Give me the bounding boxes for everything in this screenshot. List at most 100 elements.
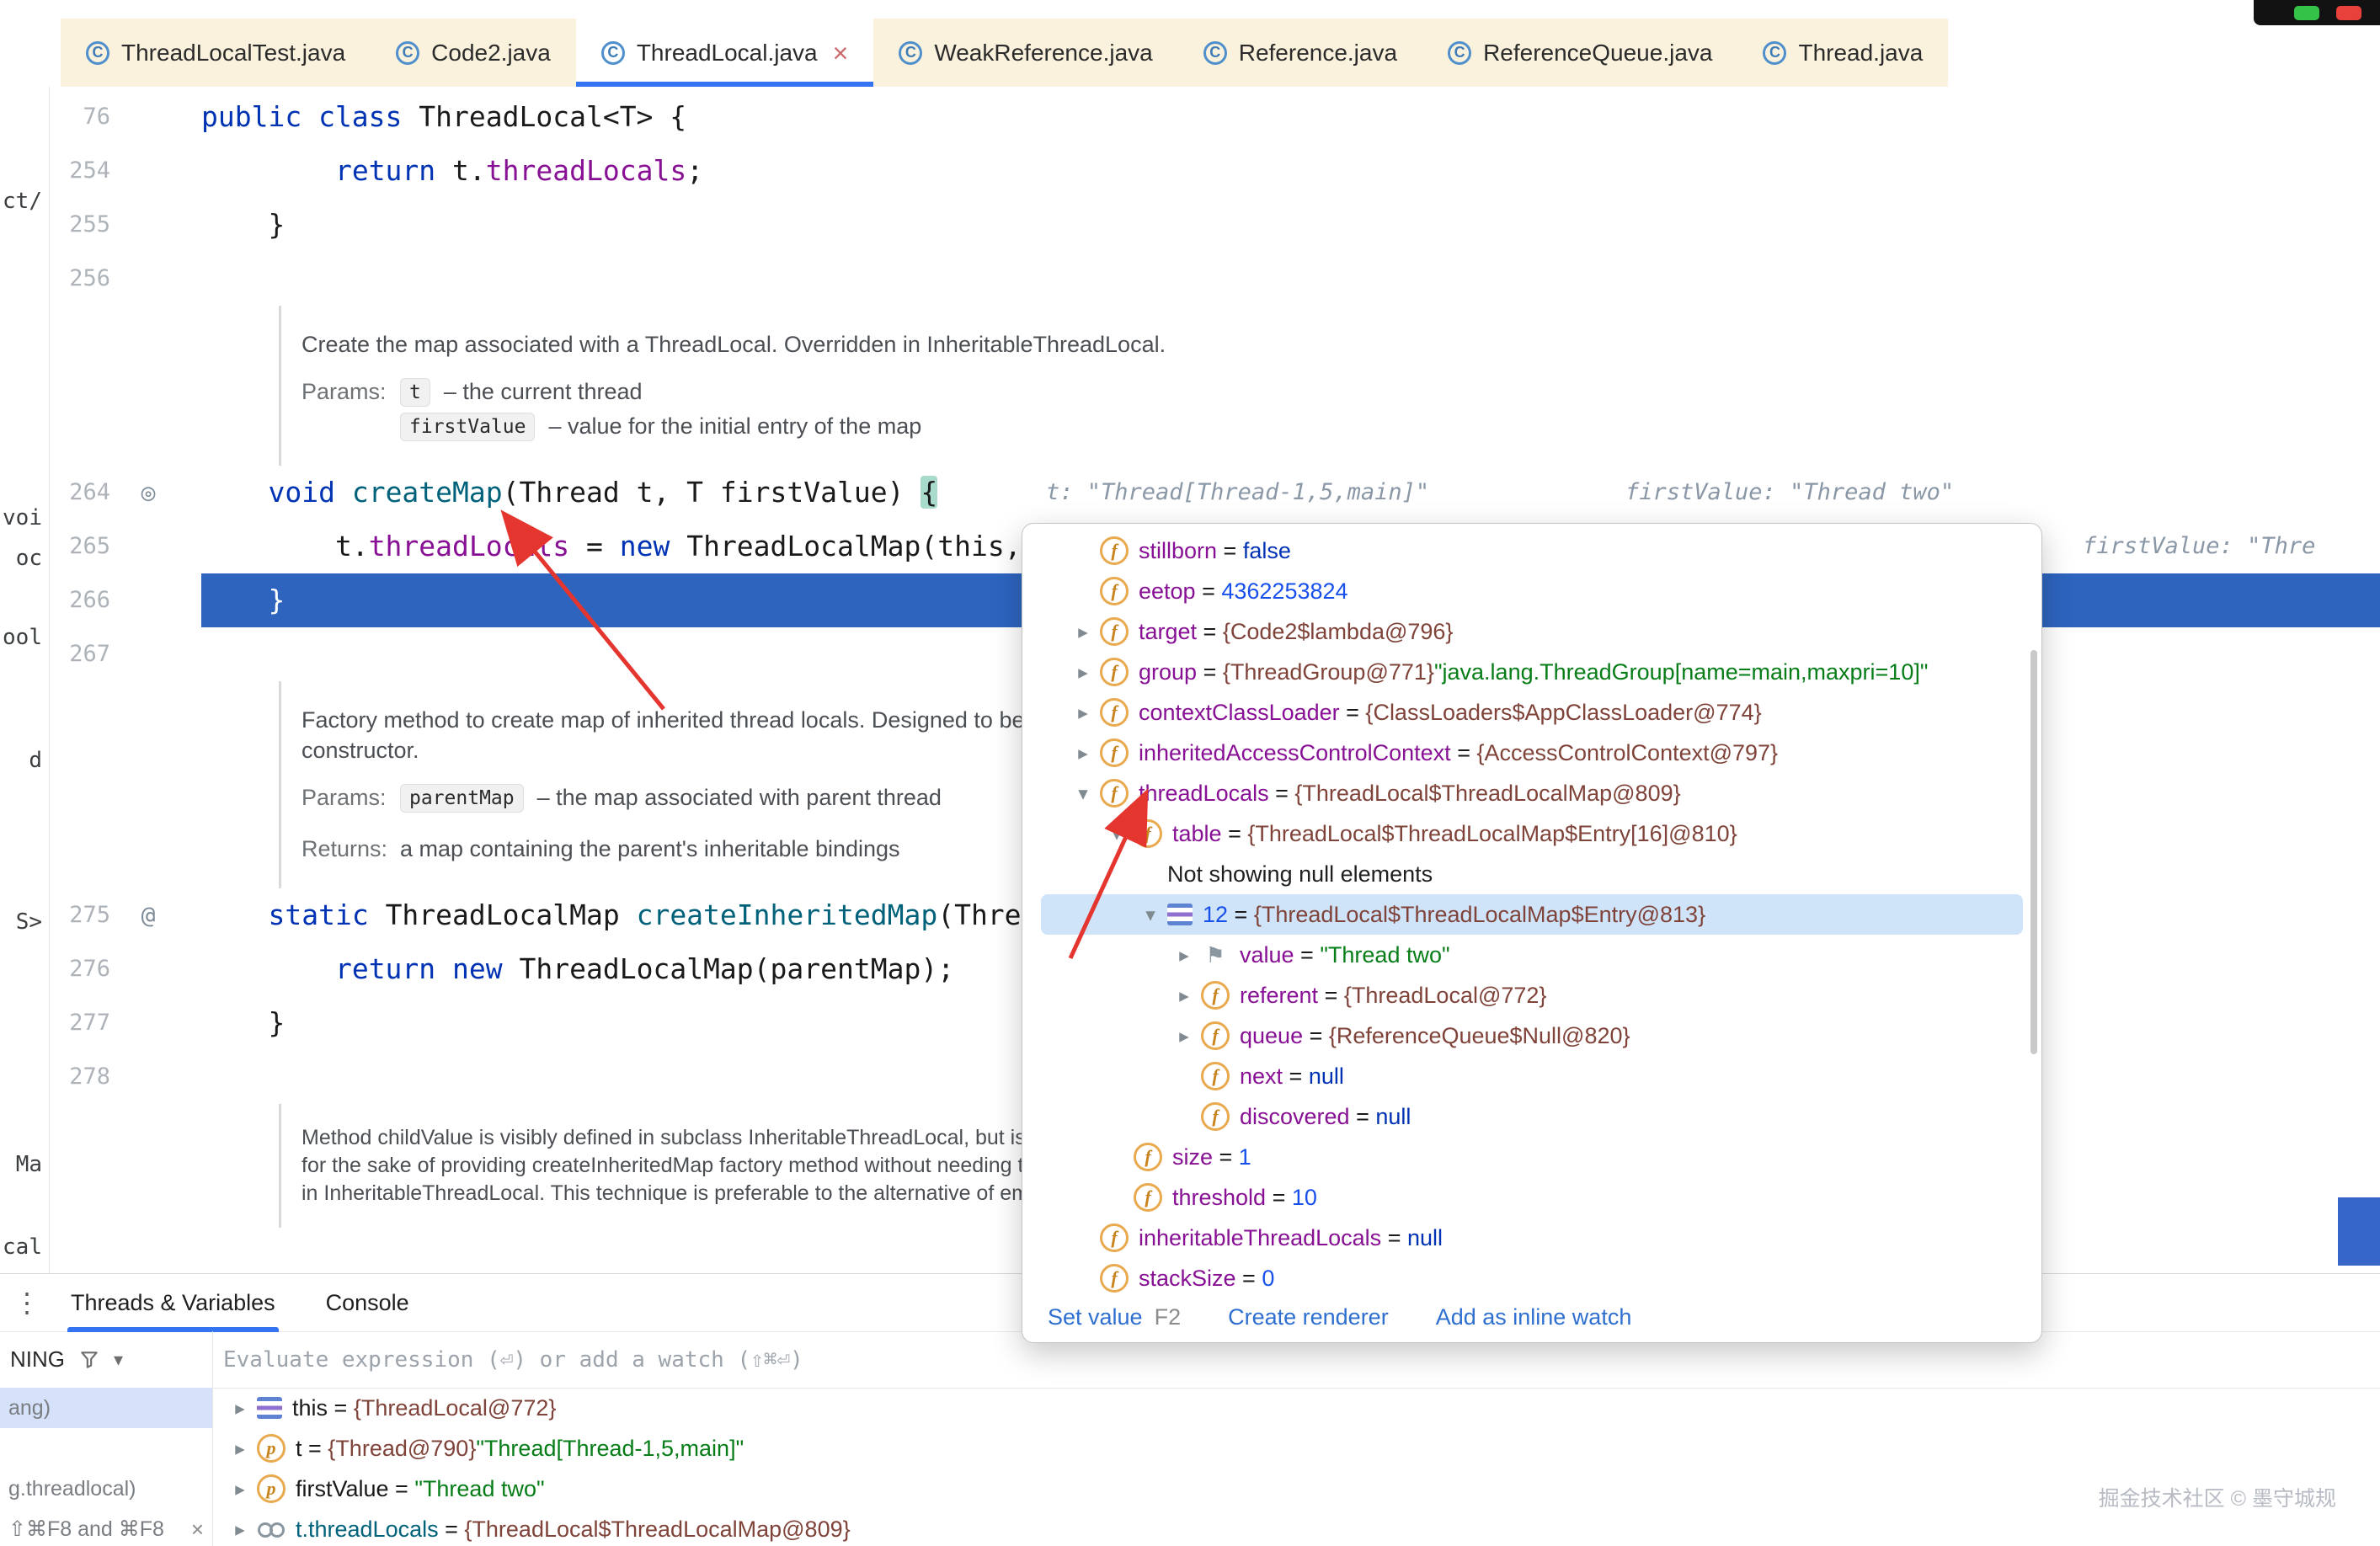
popup-tree-row[interactable]: ▾ftable = {ThreadLocal$ThreadLocalMap$En… bbox=[1022, 813, 2041, 854]
screen-recorder-widget bbox=[2254, 0, 2380, 25]
chevron-right-icon[interactable]: ▸ bbox=[1066, 701, 1100, 724]
clipped-text: S> bbox=[16, 909, 42, 935]
editor-tab[interactable]: CReference.java bbox=[1178, 19, 1422, 87]
chevron-right-icon[interactable]: ▸ bbox=[223, 1397, 257, 1420]
line-number: 278 bbox=[69, 1064, 110, 1090]
variable-row[interactable]: ▸pfirstValue = "Thread two" bbox=[213, 1469, 2380, 1509]
editor-tab[interactable]: CThreadLocal.java× bbox=[576, 19, 874, 87]
variable-value: {ReferenceQueue$Null@820} bbox=[1329, 1023, 1630, 1049]
variable-name: value bbox=[1240, 942, 1294, 968]
popup-tree-row[interactable]: finheritableThreadLocals = null bbox=[1022, 1218, 2041, 1258]
variable-value: {ThreadLocal$ThreadLocalMap@809} bbox=[464, 1517, 850, 1543]
popup-actions: Set valueF2 Create renderer Add as inline … bbox=[1048, 1304, 1631, 1330]
line-number: 264 bbox=[69, 479, 110, 505]
editor-tab[interactable]: CThread.java bbox=[1737, 19, 1948, 87]
popup-tree-row[interactable]: feetop = 4362253824 bbox=[1022, 571, 2041, 611]
editor-tab[interactable]: CCode2.java bbox=[371, 19, 576, 87]
popup-tree-row[interactable]: ▸ftarget = {Code2$lambda@796} bbox=[1022, 611, 2041, 652]
doc-param-row: firstValue– value for the initial entry … bbox=[302, 409, 2380, 444]
popup-tree-row[interactable]: fstackSize = 0 bbox=[1022, 1258, 2041, 1298]
doc-params: Params:t– the current threadfirstValue– … bbox=[302, 375, 2380, 444]
popup-action[interactable]: Set valueF2 bbox=[1048, 1304, 1181, 1330]
variable-name: size bbox=[1172, 1144, 1213, 1170]
popup-tree-row[interactable]: fnext = null bbox=[1022, 1056, 2041, 1096]
frame-row[interactable]: g.threadlocal) bbox=[0, 1469, 212, 1509]
variable-value: false bbox=[1243, 538, 1291, 564]
gutter: 275@ bbox=[49, 888, 201, 942]
field-icon: f bbox=[1100, 577, 1129, 605]
tool-window-tab[interactable]: Threads & Variables bbox=[45, 1274, 301, 1331]
code-text: public class ThreadLocal<T> { bbox=[201, 90, 2380, 144]
popup-tree-row[interactable]: ▸fgroup = {ThreadGroup@771} "java.lang.T… bbox=[1022, 652, 2041, 692]
chevron-right-icon[interactable]: ▸ bbox=[223, 1437, 257, 1460]
line-number: 265 bbox=[69, 533, 110, 559]
runner-label: NING bbox=[10, 1346, 65, 1373]
popup-tree-row[interactable]: fsize = 1 bbox=[1022, 1137, 2041, 1177]
record-red-button[interactable] bbox=[2336, 6, 2361, 20]
chevron-right-icon[interactable]: ▸ bbox=[1167, 944, 1201, 967]
chevron-down-icon[interactable]: ▾ bbox=[1100, 823, 1134, 845]
field-icon: f bbox=[1134, 819, 1162, 848]
popup-tree-row[interactable]: ▾fthreadLocals = {ThreadLocal$ThreadLoca… bbox=[1022, 773, 2041, 813]
popup-tree-row[interactable]: ▸freferent = {ThreadLocal@772} bbox=[1022, 975, 2041, 1016]
popup-tree-row[interactable]: ▸fqueue = {ReferenceQueue$Null@820} bbox=[1022, 1016, 2041, 1056]
field-icon: f bbox=[1201, 1021, 1230, 1050]
clipped-text: oc bbox=[16, 546, 42, 571]
popup-action[interactable]: Add as inline watch bbox=[1436, 1304, 1632, 1330]
filter-icon[interactable] bbox=[78, 1349, 100, 1371]
variable-row[interactable]: ▸this = {ThreadLocal@772} bbox=[213, 1388, 2380, 1428]
variable-value: {ThreadLocal@772} bbox=[354, 1395, 557, 1421]
popup-action[interactable]: Create renderer bbox=[1228, 1304, 1389, 1330]
method-gutter-icon[interactable]: ◎ bbox=[130, 466, 167, 520]
popup-tree-row[interactable]: fdiscovered = null bbox=[1022, 1096, 2041, 1137]
variable-name: firstValue bbox=[296, 1476, 389, 1502]
chevron-right-icon[interactable]: ▸ bbox=[1167, 984, 1201, 1007]
variable-row[interactable]: ▸pt = {Thread@790} "Thread[Thread-1,5,ma… bbox=[213, 1428, 2380, 1469]
gutter: 254 bbox=[49, 144, 201, 198]
close-icon[interactable]: × bbox=[191, 1517, 204, 1543]
chevron-right-icon[interactable]: ▸ bbox=[1167, 1025, 1201, 1048]
gutter: 276 bbox=[49, 942, 201, 996]
tool-window-tab[interactable]: Console bbox=[301, 1274, 435, 1331]
popup-tree-row[interactable]: fthreshold = 10 bbox=[1022, 1177, 2041, 1218]
frames-list: ang) g.threadlocal)⇧⌘F8 and ⌘F8× bbox=[0, 1388, 212, 1546]
chevron-right-icon[interactable]: ▸ bbox=[1066, 661, 1100, 684]
code-line: 264◎ void createMap(Thread t, T firstVal… bbox=[49, 466, 2380, 520]
popup-tree-row[interactable]: ▾12 = {ThreadLocal$ThreadLocalMap$Entry@… bbox=[1041, 894, 2023, 935]
popup-tree-row[interactable]: ▸fcontextClassLoader = {ClassLoaders$App… bbox=[1022, 692, 2041, 733]
field-icon: f bbox=[1100, 779, 1129, 808]
field-icon: f bbox=[1134, 1183, 1162, 1212]
variable-value: null bbox=[1375, 1104, 1411, 1130]
more-options-icon[interactable]: ⋮ bbox=[8, 1274, 45, 1331]
tab-label: ThreadLocal.java bbox=[637, 40, 818, 67]
field-icon: f bbox=[1100, 738, 1129, 767]
chevron-down-icon[interactable]: ▾ bbox=[114, 1349, 123, 1371]
chevron-down-icon[interactable]: ▾ bbox=[1134, 904, 1167, 926]
annotation-gutter-icon[interactable]: @ bbox=[130, 888, 167, 942]
popup-tree-row[interactable]: ▸⚑value = "Thread two" bbox=[1022, 935, 2041, 975]
variable-row[interactable]: ▸t.threadLocals = {ThreadLocal$ThreadLoc… bbox=[213, 1509, 2380, 1546]
value-flag-icon: ⚑ bbox=[1201, 941, 1230, 969]
frame-row[interactable] bbox=[0, 1428, 212, 1469]
watch-icon bbox=[257, 1515, 285, 1543]
variable-name: t bbox=[296, 1436, 302, 1462]
field-icon: f bbox=[1201, 1102, 1230, 1131]
chevron-right-icon[interactable]: ▸ bbox=[223, 1478, 257, 1501]
record-green-button[interactable] bbox=[2294, 6, 2319, 20]
tab-close-icon[interactable]: × bbox=[833, 40, 849, 67]
popup-tree-row[interactable]: fstillborn = false bbox=[1022, 530, 2041, 571]
inline-debug-hint: firstValue: "Thre bbox=[2083, 520, 2315, 573]
editor-tab[interactable]: CReferenceQueue.java bbox=[1422, 19, 1737, 87]
editor-tab[interactable]: CThreadLocalTest.java bbox=[61, 19, 371, 87]
popup-note-row[interactable]: Not showing null elements bbox=[1022, 854, 2041, 894]
frame-row[interactable]: ⇧⌘F8 and ⌘F8× bbox=[0, 1509, 212, 1546]
editor-tab[interactable]: CWeakReference.java bbox=[873, 19, 1177, 87]
frame-row[interactable]: ang) bbox=[0, 1388, 212, 1428]
debugger-value-popup: fstillborn = falsefeetop = 4362253824▸ft… bbox=[1022, 523, 2042, 1343]
popup-scrollbar[interactable] bbox=[2030, 650, 2037, 1054]
chevron-right-icon[interactable]: ▸ bbox=[223, 1518, 257, 1541]
chevron-right-icon[interactable]: ▸ bbox=[1066, 621, 1100, 643]
chevron-right-icon[interactable]: ▸ bbox=[1066, 742, 1100, 765]
chevron-down-icon[interactable]: ▾ bbox=[1066, 782, 1100, 805]
popup-tree-row[interactable]: ▸finheritedAccessControlContext = {Acces… bbox=[1022, 733, 2041, 773]
